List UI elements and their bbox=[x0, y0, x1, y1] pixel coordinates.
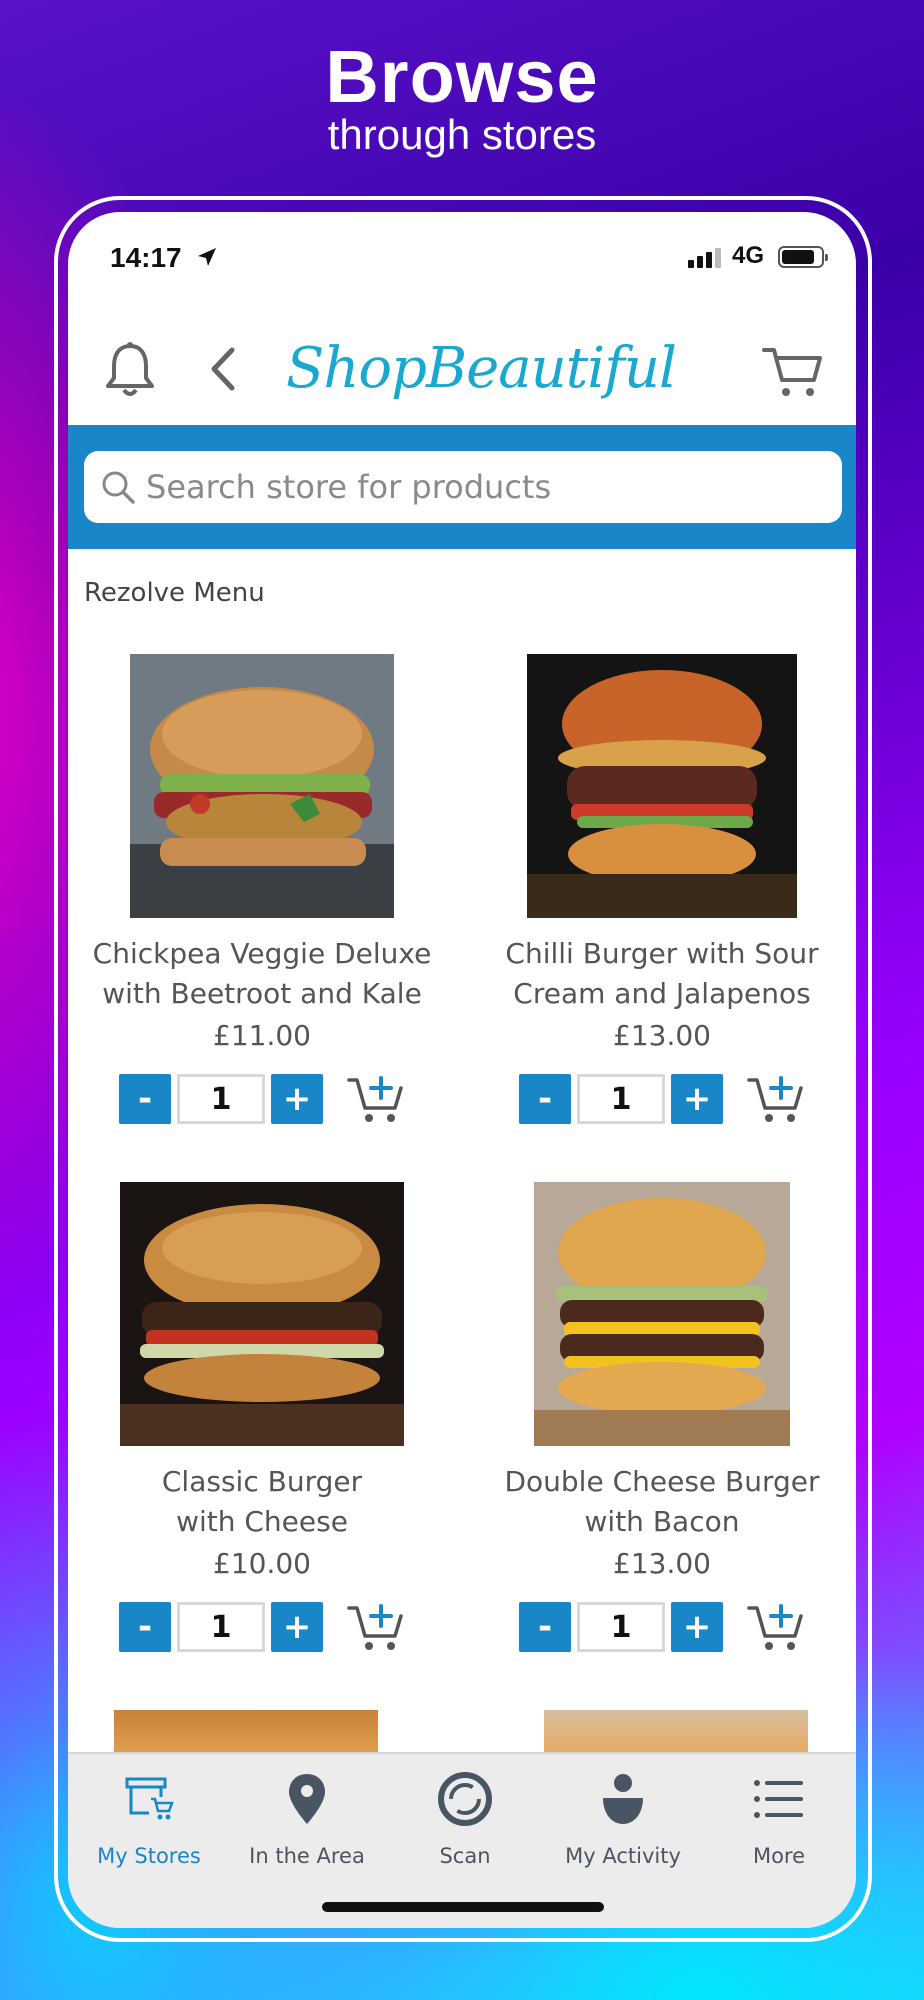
status-bar: 14:17 4G bbox=[68, 212, 856, 304]
nav-item-more[interactable]: More bbox=[700, 1768, 856, 1868]
add-to-cart-icon[interactable] bbox=[747, 1074, 805, 1124]
promo-headline: Browse through stores bbox=[0, 36, 924, 158]
increase-qty-button[interactable]: + bbox=[271, 1602, 323, 1652]
bell-icon[interactable] bbox=[102, 340, 158, 400]
product-name[interactable]: Chilli Burger with Sour Cream and Jalape… bbox=[482, 934, 842, 1014]
phone-screen: 14:17 4G ShopBeautiful Search store for … bbox=[68, 212, 856, 1928]
product-name[interactable]: Double Cheese Burger with Bacon bbox=[482, 1462, 842, 1542]
product-price: £13.00 bbox=[613, 1547, 711, 1580]
add-to-cart-icon[interactable] bbox=[347, 1602, 405, 1652]
quantity-stepper: - 1 + bbox=[482, 1074, 842, 1124]
headline-title: Browse bbox=[325, 35, 599, 118]
nav-item-my-stores[interactable]: My Stores bbox=[70, 1768, 228, 1868]
product-name[interactable]: Classic Burger with Cheese bbox=[82, 1462, 442, 1542]
add-to-cart-icon[interactable] bbox=[747, 1602, 805, 1652]
battery-icon bbox=[778, 246, 828, 268]
product-price: £10.00 bbox=[213, 1547, 311, 1580]
product-price: £13.00 bbox=[613, 1019, 711, 1052]
product-image[interactable] bbox=[120, 1182, 404, 1446]
decrease-qty-button[interactable]: - bbox=[519, 1074, 571, 1124]
signal-icon bbox=[688, 248, 721, 268]
scan-icon bbox=[438, 1772, 492, 1826]
product-name[interactable]: Chickpea Veggie Deluxe with Beetroot and… bbox=[82, 934, 442, 1014]
nav-item-my-activity[interactable]: My Activity bbox=[544, 1768, 702, 1868]
product-card: Classic Burger with Cheese £10.00 - 1 + bbox=[82, 1182, 442, 1652]
back-chevron-icon[interactable] bbox=[208, 346, 238, 392]
shopbeautiful-logo: ShopBeautiful bbox=[286, 336, 677, 401]
search-input[interactable] bbox=[146, 468, 806, 506]
product-card: Chilli Burger with Sour Cream and Jalape… bbox=[482, 654, 842, 1124]
map-pin-icon bbox=[289, 1774, 325, 1824]
network-label: 4G bbox=[732, 242, 765, 269]
product-card: Double Cheese Burger with Bacon £13.00 -… bbox=[482, 1182, 842, 1652]
product-image[interactable] bbox=[534, 1182, 790, 1446]
menu-list-icon bbox=[754, 1780, 803, 1818]
product-price: £11.00 bbox=[213, 1019, 311, 1052]
location-arrow-icon bbox=[198, 248, 216, 266]
product-image[interactable] bbox=[527, 654, 797, 918]
status-time: 14:17 bbox=[110, 242, 182, 273]
home-indicator[interactable] bbox=[322, 1902, 604, 1912]
decrease-qty-button[interactable]: - bbox=[519, 1602, 571, 1652]
quantity-input[interactable]: 1 bbox=[577, 1602, 665, 1652]
quantity-input[interactable]: 1 bbox=[177, 1602, 265, 1652]
headline-subtitle: through stores bbox=[327, 111, 597, 158]
product-card: Chickpea Veggie Deluxe with Beetroot and… bbox=[82, 654, 442, 1124]
product-image-partial[interactable] bbox=[114, 1710, 378, 1754]
nav-item-scan[interactable]: Scan bbox=[386, 1768, 544, 1868]
search-icon bbox=[102, 471, 135, 504]
product-image[interactable] bbox=[130, 654, 394, 918]
decrease-qty-button[interactable]: - bbox=[119, 1602, 171, 1652]
increase-qty-button[interactable]: + bbox=[671, 1074, 723, 1124]
search-bar-area bbox=[68, 425, 856, 549]
cart-icon[interactable] bbox=[762, 344, 824, 400]
add-to-cart-icon[interactable] bbox=[347, 1074, 405, 1124]
increase-qty-button[interactable]: + bbox=[671, 1602, 723, 1652]
decrease-qty-button[interactable]: - bbox=[119, 1074, 171, 1124]
quantity-stepper: - 1 + bbox=[82, 1074, 442, 1124]
person-icon bbox=[603, 1774, 643, 1824]
increase-qty-button[interactable]: + bbox=[271, 1074, 323, 1124]
nav-item-in-the-area[interactable]: In the Area bbox=[228, 1768, 386, 1868]
quantity-input[interactable]: 1 bbox=[577, 1074, 665, 1124]
store-cart-icon bbox=[125, 1777, 174, 1820]
search-box[interactable] bbox=[84, 451, 842, 523]
quantity-stepper: - 1 + bbox=[482, 1602, 842, 1652]
app-header: ShopBeautiful bbox=[68, 324, 856, 424]
section-title: Rezolve Menu bbox=[84, 578, 265, 608]
quantity-stepper: - 1 + bbox=[82, 1602, 442, 1652]
product-image-partial[interactable] bbox=[544, 1710, 808, 1754]
quantity-input[interactable]: 1 bbox=[177, 1074, 265, 1124]
